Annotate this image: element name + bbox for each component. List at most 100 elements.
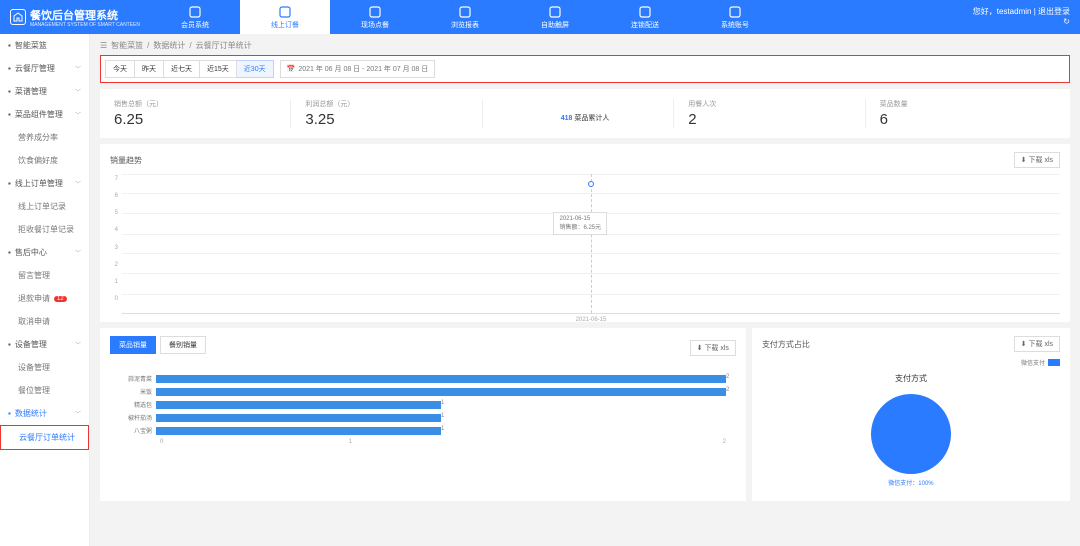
logout-link[interactable]: 退出登录 <box>1038 7 1070 16</box>
bc-1[interactable]: 数据统计 <box>153 40 185 51</box>
sidebar-item-6[interactable]: ▪线上订单管理﹀ <box>0 172 89 195</box>
trend-data-point[interactable] <box>588 181 594 187</box>
chevron-down-icon: ﹀ <box>75 87 81 96</box>
chevron-down-icon: ﹀ <box>75 179 81 188</box>
chevron-down-icon: ﹀ <box>75 248 81 257</box>
bar[interactable] <box>156 388 726 396</box>
menu-icon: ▪ <box>8 248 11 257</box>
date-option-0[interactable]: 今天 <box>105 60 135 78</box>
date-option-1[interactable]: 昨天 <box>135 60 164 78</box>
sidebar-item-10[interactable]: 留言管理 <box>0 264 89 287</box>
sidebar: ▪智能菜篮▪云餐厅管理﹀▪菜谱管理﹀▪菜品组件管理﹀营养成分率饮食偏好度▪线上订… <box>0 34 90 546</box>
payment-download-button[interactable]: ⬇下载 xls <box>1014 336 1060 352</box>
menu-icon: ▪ <box>8 409 11 418</box>
stats-row: 销售总额（元）6.25利润总额（元）3.25418 菜品累计人用餐人次2菜品数量… <box>100 89 1070 138</box>
sidebar-item-5[interactable]: 饮食偏好度 <box>0 149 89 172</box>
screen-icon <box>548 5 562 19</box>
trend-plot: 2021-06-15 销售额：6.25元 2021-06-15 <box>122 174 1060 314</box>
sidebar-item-3[interactable]: ▪菜品组件管理﹀ <box>0 103 89 126</box>
nav-item-0[interactable]: 会员系统 <box>150 0 240 34</box>
sales-tab-1[interactable]: 餐别销量 <box>160 336 206 354</box>
menu-icon: ▪ <box>8 110 11 119</box>
payment-title: 支付方式占比 <box>762 339 810 350</box>
badge: 12 <box>54 296 67 302</box>
stat-3: 菜品数量6 <box>865 99 1056 128</box>
bar-xaxis: 012 <box>160 439 726 445</box>
nav-item-3[interactable]: 浏览报表 <box>420 0 510 34</box>
sidebar-item-13[interactable]: ▪设备管理﹀ <box>0 333 89 356</box>
date-option-4[interactable]: 近30天 <box>237 60 274 78</box>
bar-row-4: 八宝粥1 <box>120 426 726 435</box>
sidebar-item-7[interactable]: 线上订单记录 <box>0 195 89 218</box>
smile-icon <box>188 5 202 19</box>
date-option-2[interactable]: 近七天 <box>164 60 200 78</box>
legend-label: 微信支付 <box>1021 358 1045 367</box>
nav-item-5[interactable]: 连锁配送 <box>600 0 690 34</box>
bar[interactable] <box>156 414 441 422</box>
sidebar-item-9[interactable]: ▪售后中心﹀ <box>0 241 89 264</box>
chevron-down-icon: ﹀ <box>75 110 81 119</box>
logo-icon <box>10 9 26 25</box>
logo-title: 餐饮后台管理系统 <box>30 10 118 22</box>
sidebar-item-11[interactable]: 退款申请12 <box>0 287 89 310</box>
chevron-down-icon: ﹀ <box>75 64 81 73</box>
sales-bar-chart: 蒜泥青菜2 米饭2 精选包1 椒杆茄汤1 八宝粥1 012 <box>110 366 736 459</box>
user-icon <box>728 5 742 19</box>
legend-swatch <box>1048 359 1060 366</box>
sidebar-item-16[interactable]: ▪数据统计﹀ <box>0 402 89 425</box>
bc-0[interactable]: 智能菜篮 <box>111 40 143 51</box>
refresh-icon[interactable]: ↻ <box>1063 17 1070 26</box>
trend-card: 销量趋势 ⬇下载 xls 76543210 2021-06-15 <box>100 144 1070 322</box>
sales-download-button[interactable]: ⬇下载 xls <box>690 340 736 356</box>
trend-chart: 76543210 2021-06-15 销售额：6.25元 2021-0 <box>110 174 1060 314</box>
sales-tabs: 菜品销量餐别销量 <box>110 336 206 354</box>
sidebar-item-0[interactable]: ▪智能菜篮 <box>0 34 89 57</box>
breadcrumb: ☰ 智能菜篮 / 数据统计 / 云餐厅订单统计 <box>100 40 1070 51</box>
bar-row-3: 椒杆茄汤1 <box>120 413 726 422</box>
sidebar-item-8[interactable]: 拒收餐订单记录 <box>0 218 89 241</box>
date-filter-bar: 今天昨天近七天近15天近30天 📅2021 年 06 月 08 日 - 2021 … <box>100 55 1070 83</box>
trend-title: 销量趋势 <box>110 155 142 166</box>
payment-legend: 微信支付 <box>762 358 1060 367</box>
trend-tooltip: 2021-06-15 销售额：6.25元 <box>553 212 607 235</box>
bar[interactable] <box>156 401 441 409</box>
stat-1: 利润总额（元）3.25 <box>290 99 481 128</box>
menu-icon: ▪ <box>8 41 11 50</box>
sidebar-item-17[interactable]: 云餐厅订单统计 <box>0 425 89 450</box>
sidebar-item-4[interactable]: 营养成分率 <box>0 126 89 149</box>
pie-chart[interactable] <box>871 394 951 474</box>
stat-2: 用餐人次2 <box>673 99 864 128</box>
nav-item-2[interactable]: 现场点餐 <box>330 0 420 34</box>
date-option-3[interactable]: 近15天 <box>200 60 237 78</box>
bar-row-1: 米饭2 <box>120 387 726 396</box>
stat-0: 销售总额（元）6.25 <box>114 99 290 128</box>
sidebar-item-12[interactable]: 取消申请 <box>0 310 89 333</box>
trend-yaxis: 76543210 <box>110 174 122 314</box>
sidebar-item-14[interactable]: 设备管理 <box>0 356 89 379</box>
nav-item-6[interactable]: 系统账号 <box>690 0 780 34</box>
chevron-down-icon: ﹀ <box>75 409 81 418</box>
date-range-picker[interactable]: 📅2021 年 06 月 08 日 - 2021 年 07 月 08 日 <box>280 60 436 78</box>
sidebar-item-15[interactable]: 餐位管理 <box>0 379 89 402</box>
sales-tab-0[interactable]: 菜品销量 <box>110 336 156 354</box>
sidebar-item-1[interactable]: ▪云餐厅管理﹀ <box>0 57 89 80</box>
sidebar-item-2[interactable]: ▪菜谱管理﹀ <box>0 80 89 103</box>
bar[interactable] <box>156 427 441 435</box>
stats-link[interactable]: 418 菜品累计人 <box>482 99 673 128</box>
eye-icon <box>458 5 472 19</box>
trend-xlabel: 2021-06-15 <box>576 317 607 323</box>
payment-card: 支付方式占比 ⬇下载 xls 微信支付 支付方式 微信支付：100% <box>752 328 1070 501</box>
nav-item-1[interactable]: 线上订餐 <box>240 0 330 34</box>
nav-item-4[interactable]: 自助触屏 <box>510 0 600 34</box>
bar-row-2: 精选包1 <box>120 400 726 409</box>
shop-icon <box>278 5 292 19</box>
menu-icon: ▪ <box>8 340 11 349</box>
bar-row-0: 蒜泥青菜2 <box>120 374 726 383</box>
menu-icon: ▪ <box>8 87 11 96</box>
trend-download-button[interactable]: ⬇下载 xls <box>1014 152 1060 168</box>
pie-title: 支付方式 <box>762 373 1060 384</box>
logo-subtitle: MANAGEMENT SYSTEM OF SMART CANTEEN <box>30 22 140 28</box>
menu-icon: ▪ <box>8 64 11 73</box>
content: ☰ 智能菜篮 / 数据统计 / 云餐厅订单统计 今天昨天近七天近15天近30天 📅… <box>90 34 1080 546</box>
bar[interactable] <box>156 375 726 383</box>
